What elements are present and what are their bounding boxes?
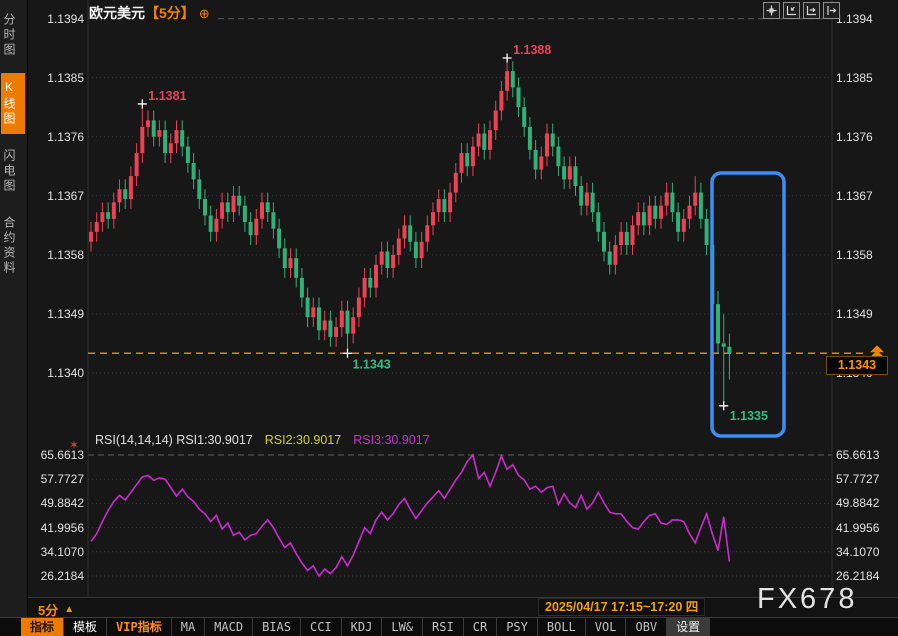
rsi-axis-label-left: 41.9956 <box>26 520 84 536</box>
rsi-axis-label-left: 34.1070 <box>26 544 84 560</box>
indicator-tab[interactable]: 指标 <box>21 618 64 636</box>
indicator-tab[interactable]: OBV <box>626 618 667 636</box>
indicator-tab[interactable]: MA <box>172 618 205 636</box>
price-annotation: 1.1381 <box>148 89 186 103</box>
rsi-line <box>91 455 729 576</box>
current-price-label: 1.1343 <box>826 356 888 375</box>
price-axis-label-left: 1.1358 <box>26 247 84 263</box>
rsi-axis-label-left: 26.2184 <box>26 568 84 584</box>
rsi-axis-label-right: 41.9956 <box>836 520 896 536</box>
price-axis-label-left: 1.1385 <box>26 70 84 86</box>
rsi-axis-label-left: 49.8842 <box>26 495 84 511</box>
price-axis-label-right: 1.1349 <box>836 306 896 322</box>
scale-time-icon[interactable] <box>803 2 820 19</box>
rsi-params-label: RSI(14,14,14) RSI1:30.9017 <box>95 433 253 447</box>
indicator-tab[interactable]: RSI <box>423 618 464 636</box>
shift-right-icon[interactable] <box>823 2 840 19</box>
indicator-tab[interactable]: VOL <box>586 618 627 636</box>
sidebar-tab-0[interactable]: 分时图 <box>1 6 25 65</box>
rsi3-value-label: RSI3:30.9017 <box>353 433 429 447</box>
indicator-tab[interactable]: LW& <box>382 618 423 636</box>
price-annotation: 1.1388 <box>513 43 551 57</box>
indicator-tab[interactable]: CCI <box>301 618 342 636</box>
crosshair-icon[interactable] <box>763 2 780 19</box>
price-annotation: 1.1335 <box>730 409 768 423</box>
scale-price-icon[interactable] <box>783 2 800 19</box>
price-axis-label-right: 1.1394 <box>836 11 896 27</box>
indicator-tab[interactable]: PSY <box>497 618 538 636</box>
sidebar: 分时图 K线图闪电图合约资料 <box>0 0 28 636</box>
price-annotation: 1.1343 <box>353 357 391 371</box>
highlight-box <box>712 173 784 436</box>
indicator-tab[interactable]: BOLL <box>538 618 586 636</box>
sidebar-tab-2[interactable]: 闪电图 <box>1 142 25 201</box>
trading-app-window: 1.1381 1.1388 1.1343 1.1335 分时图 K线图闪电图合约资料 欧… <box>0 0 898 636</box>
price-cross-marker <box>343 349 352 358</box>
price-axis-label-right: 1.1367 <box>836 188 896 204</box>
indicator-tab[interactable]: CR <box>464 618 497 636</box>
price-axis-label-left: 1.1376 <box>26 129 84 145</box>
price-axis-label-right: 1.1376 <box>836 129 896 145</box>
chart-toolbar <box>763 2 840 19</box>
sidebar-tab-3[interactable]: 合约资料 <box>1 209 25 283</box>
price-axis-label-right: 1.1385 <box>836 70 896 86</box>
rsi-panel-marker-icon: ✶ <box>69 438 79 452</box>
circle-plus-icon[interactable]: ⊕ <box>199 6 210 21</box>
indicator-tab[interactable]: 模板 <box>64 618 107 636</box>
sidebar-tab-1[interactable]: K线图 <box>1 73 25 134</box>
rsi-axis-label-right: 57.7727 <box>836 471 896 487</box>
price-axis-label-left: 1.1367 <box>26 188 84 204</box>
period-tag[interactable]: 【5分】 <box>145 5 195 21</box>
candle-datetime-label: 2025/04/17 17:15~17:20 四 <box>538 598 705 616</box>
rsi-axis-label-right: 26.2184 <box>836 568 896 584</box>
chart-header: 欧元美元【5分】 ⊕ <box>89 3 218 21</box>
price-cross-marker <box>719 401 728 410</box>
price-cross-marker <box>138 99 147 108</box>
price-axis-label-right: 1.1358 <box>836 247 896 263</box>
price-cross-marker <box>503 53 512 62</box>
price-axis-label-left: 1.1340 <box>26 365 84 381</box>
rsi-header: RSI(14,14,14) RSI1:30.9017 RSI2:30.9017 RS… <box>95 433 430 447</box>
rsi-axis-label-left: 57.7727 <box>26 471 84 487</box>
symbol-title: 欧元美元 <box>89 5 145 21</box>
indicator-tabbar: 指标模板VIP指标MAMACDBIASCCIKDJLW&RSICRPSYBOLL… <box>0 617 898 636</box>
indicator-tab[interactable]: MACD <box>205 618 253 636</box>
rsi-axis-label-right: 49.8842 <box>836 495 896 511</box>
watermark: FX678 <box>757 583 857 616</box>
price-axis-label-left: 1.1394 <box>26 11 84 27</box>
indicator-tab[interactable]: BIAS <box>253 618 301 636</box>
rsi-axis-label-right: 34.1070 <box>836 544 896 560</box>
indicator-tab[interactable]: KDJ <box>342 618 383 636</box>
chart-canvas[interactable]: 1.1381 1.1388 1.1343 1.1335 <box>0 0 898 636</box>
period-up-icon: ▲ <box>64 604 74 615</box>
indicator-tab[interactable]: 设置 <box>667 618 710 636</box>
indicator-tab[interactable]: VIP指标 <box>107 618 172 636</box>
price-axis-label-left: 1.1349 <box>26 306 84 322</box>
rsi2-value-label: RSI2:30.9017 <box>265 433 341 447</box>
rsi-axis-label-right: 65.6613 <box>836 447 896 463</box>
